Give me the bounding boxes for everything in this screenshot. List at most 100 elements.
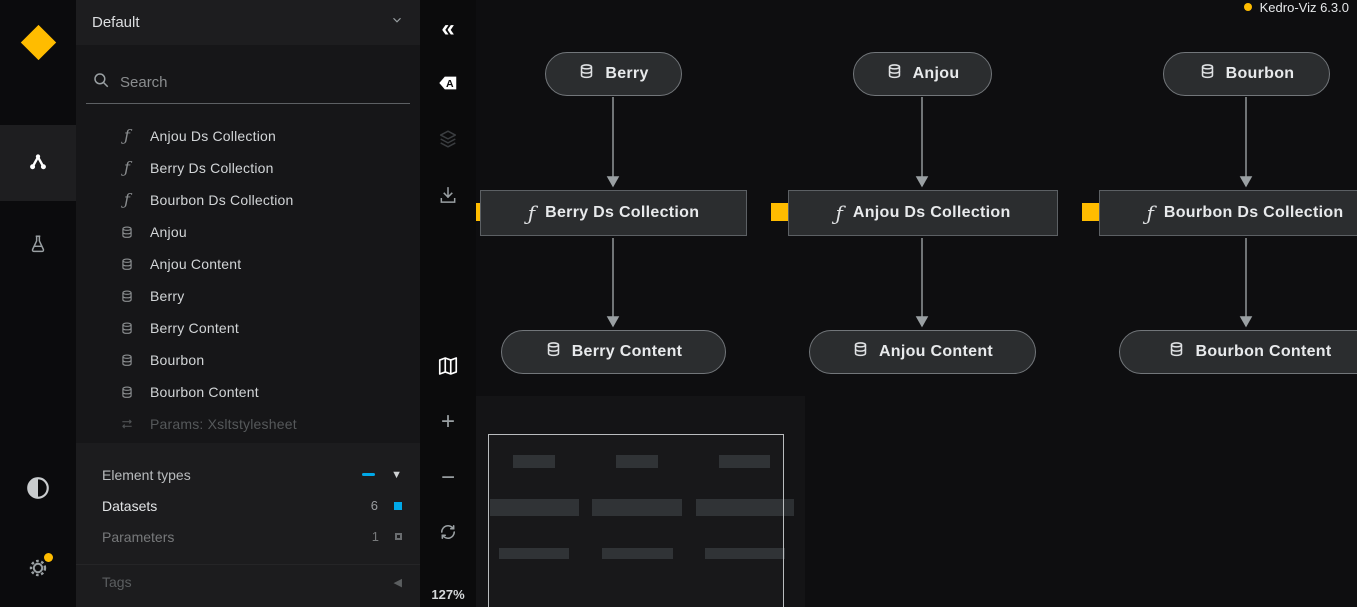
- task-node[interactable]: ƒ Bourbon Ds Collection: [1099, 190, 1357, 236]
- dataset-node[interactable]: Berry Content: [501, 330, 726, 374]
- function-icon: ƒ: [528, 203, 535, 223]
- settings-button[interactable]: [0, 530, 76, 606]
- node-label: Anjou Ds Collection: [853, 204, 1011, 222]
- task-node[interactable]: ƒ Anjou Ds Collection: [788, 190, 1058, 236]
- svg-text:A: A: [446, 78, 454, 90]
- flask-icon: [27, 233, 49, 255]
- modular-pipeline-marker: [1082, 203, 1099, 221]
- dataset-node[interactable]: Anjou Content: [809, 330, 1036, 374]
- toggle-minimap-button[interactable]: [420, 346, 476, 390]
- list-item[interactable]: Berry Content: [76, 312, 420, 344]
- list-item[interactable]: ƒ Anjou Ds Collection: [76, 120, 420, 152]
- label-a-icon: A: [437, 72, 459, 99]
- list-item[interactable]: ƒ Berry Ds Collection: [76, 152, 420, 184]
- download-icon: [438, 185, 458, 210]
- list-item-label: Bourbon Content: [150, 384, 259, 400]
- tags-section-header[interactable]: Tags ◀: [76, 564, 420, 595]
- minimap[interactable]: [476, 396, 805, 607]
- element-types-header[interactable]: Element types ▼: [76, 459, 420, 490]
- kedro-viz-app: Default ƒ Anjou Ds Collection ƒ Berry Ds…: [0, 0, 1357, 607]
- node-label: Anjou: [913, 65, 960, 83]
- database-icon: [578, 62, 595, 86]
- toggle-layers-button[interactable]: [420, 119, 476, 163]
- node-list: ƒ Anjou Ds Collection ƒ Berry Ds Collect…: [76, 120, 420, 440]
- zoom-out-button[interactable]: −: [420, 456, 476, 500]
- chevron-down-icon: [390, 13, 404, 32]
- parameters-icon: [118, 417, 136, 431]
- list-item[interactable]: Anjou Content: [76, 248, 420, 280]
- layers-icon: [437, 128, 459, 155]
- indeterminate-check-icon[interactable]: [362, 473, 375, 476]
- export-button[interactable]: [420, 175, 476, 219]
- modular-pipeline-marker: [771, 203, 788, 221]
- list-item[interactable]: Bourbon Content: [76, 376, 420, 408]
- kedro-diamond-icon: [20, 24, 55, 59]
- list-item-label: Berry Content: [150, 320, 239, 336]
- list-item-label: Anjou: [150, 224, 187, 240]
- list-item[interactable]: Berry: [76, 280, 420, 312]
- tags-label: Tags: [102, 574, 132, 590]
- kedro-logo[interactable]: [0, 0, 76, 84]
- node-label: Berry Content: [572, 343, 683, 361]
- database-icon: [118, 353, 136, 368]
- collapse-triangle-icon[interactable]: ▼: [391, 469, 402, 481]
- notification-dot: [44, 553, 53, 562]
- double-chevron-left-icon: «: [441, 17, 454, 41]
- minimap-viewport[interactable]: [488, 434, 784, 607]
- toggle-labels-button[interactable]: A: [420, 63, 476, 107]
- refresh-icon: [438, 522, 458, 547]
- node-label: Berry Ds Collection: [545, 204, 699, 222]
- search-icon: [92, 71, 110, 94]
- list-item-label: Bourbon: [150, 352, 204, 368]
- dataset-node[interactable]: Bourbon: [1163, 52, 1330, 96]
- list-item[interactable]: Anjou: [76, 216, 420, 248]
- collapse-sidebar-button[interactable]: «: [420, 7, 476, 51]
- filter-label: Datasets: [102, 498, 157, 514]
- dataset-node[interactable]: Anjou: [853, 52, 992, 96]
- element-types-panel: Element types ▼ Datasets 6 Parameters 1: [76, 443, 420, 607]
- nav-experiment-tracking[interactable]: [0, 206, 76, 282]
- search-input[interactable]: [120, 74, 404, 91]
- theme-toggle[interactable]: [0, 450, 76, 526]
- list-item-label: Anjou Ds Collection: [150, 128, 276, 144]
- list-item[interactable]: Bourbon: [76, 344, 420, 376]
- database-icon: [852, 340, 869, 364]
- node-label: Berry: [605, 65, 648, 83]
- global-nav: [0, 0, 76, 607]
- pipeline-selector[interactable]: Default: [76, 0, 420, 45]
- checkbox-on-icon[interactable]: [394, 502, 402, 510]
- database-icon: [118, 321, 136, 336]
- search-bar: [86, 62, 410, 104]
- function-icon: ƒ: [118, 128, 136, 144]
- list-item-label: Berry: [150, 288, 184, 304]
- dataset-node[interactable]: Bourbon Content: [1119, 330, 1357, 374]
- database-icon: [118, 289, 136, 304]
- database-icon: [118, 225, 136, 240]
- flowchart-canvas[interactable]: Kedro-Viz 6.3.0 Berry Anjou B: [476, 0, 1357, 607]
- database-icon: [1168, 340, 1185, 364]
- minus-icon: −: [441, 466, 455, 490]
- pipeline-selector-value: Default: [92, 14, 140, 31]
- sidebar: Default ƒ Anjou Ds Collection ƒ Berry Ds…: [76, 0, 420, 607]
- nav-flowchart[interactable]: [0, 125, 76, 201]
- node-label: Bourbon Content: [1195, 343, 1331, 361]
- task-node[interactable]: ƒ Berry Ds Collection: [480, 190, 747, 236]
- zoom-in-button[interactable]: +: [420, 400, 476, 444]
- list-item[interactable]: ƒ Bourbon Ds Collection: [76, 184, 420, 216]
- theme-half-circle-icon: [25, 475, 51, 501]
- checkbox-off-icon[interactable]: [395, 533, 402, 540]
- dataset-node[interactable]: Berry: [545, 52, 682, 96]
- filter-label: Parameters: [102, 529, 174, 545]
- function-icon: ƒ: [1146, 203, 1153, 223]
- zoom-level: 127%: [420, 587, 476, 602]
- list-item-label: Anjou Content: [150, 256, 241, 272]
- expand-triangle-icon[interactable]: ◀: [394, 576, 402, 589]
- gear-icon: [26, 556, 50, 580]
- plus-icon: +: [441, 410, 455, 434]
- flowchart-toolbar: « A: [420, 0, 476, 607]
- filter-row-parameters[interactable]: Parameters 1: [76, 521, 420, 552]
- list-item[interactable]: Params: Xsltstylesheet: [76, 408, 420, 440]
- filter-row-datasets[interactable]: Datasets 6: [76, 490, 420, 521]
- reset-zoom-button[interactable]: [420, 512, 476, 556]
- flowchart-icon: [25, 150, 51, 176]
